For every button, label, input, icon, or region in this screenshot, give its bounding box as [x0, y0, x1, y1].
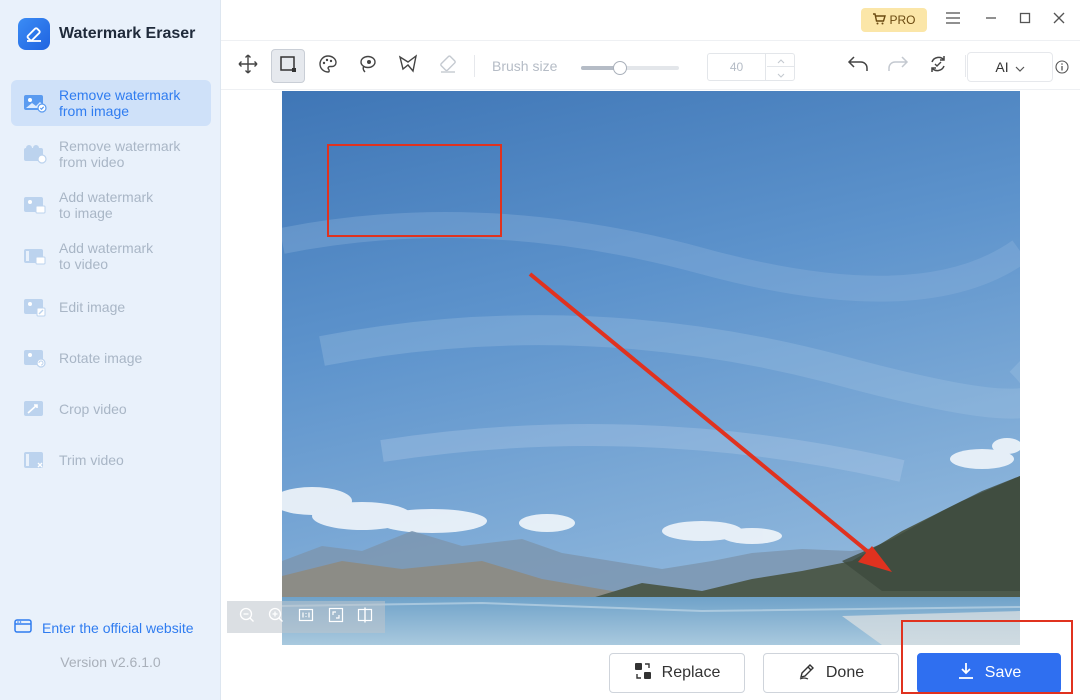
- reset-button[interactable]: [921, 49, 955, 83]
- maximize-button[interactable]: [1013, 8, 1037, 32]
- image-canvas[interactable]: [221, 91, 1080, 646]
- brush-size-stepper[interactable]: 40: [707, 53, 795, 81]
- sidebar-item-trim-video[interactable]: Trim video: [11, 437, 211, 483]
- browser-window-icon: [14, 618, 32, 637]
- toolbar-separator: [474, 55, 475, 77]
- lasso-icon: [358, 54, 378, 79]
- redo-button[interactable]: [881, 49, 915, 83]
- sidebar-item-label: Add watermark to image: [59, 189, 154, 221]
- brush-size-label: Brush size: [492, 58, 558, 74]
- palette-tool-button[interactable]: [311, 49, 345, 83]
- pro-label: PRO: [889, 13, 916, 27]
- sidebar-item-label: Remove watermark from image: [59, 87, 181, 119]
- brush-size-decrease-button[interactable]: [767, 67, 794, 80]
- video-add-watermark-icon: [22, 245, 48, 267]
- brush-size-slider-handle[interactable]: [613, 61, 628, 75]
- save-label: Save: [984, 664, 1022, 681]
- image-add-watermark-icon: [22, 194, 48, 216]
- sidebar-item-label: Remove watermark from video: [59, 138, 181, 170]
- sidebar-item-label: Crop video: [59, 401, 127, 417]
- sidebar-item-crop-video[interactable]: Crop video: [11, 386, 211, 432]
- menu-button[interactable]: [941, 8, 965, 32]
- brush-size-slider[interactable]: [581, 61, 679, 75]
- rectangle-select-icon: [279, 55, 297, 78]
- official-website-label: Enter the official website: [42, 619, 194, 636]
- landscape-photo[interactable]: [282, 91, 1020, 645]
- hamburger-menu-icon: [946, 11, 960, 29]
- edit-image-icon: [22, 296, 48, 318]
- app-title: Watermark Eraser: [59, 25, 196, 42]
- maximize-icon: [1019, 11, 1031, 29]
- close-button[interactable]: [1047, 8, 1071, 32]
- compare-button[interactable]: [355, 607, 375, 627]
- minimize-button[interactable]: [979, 8, 1003, 32]
- eraser-tool-button[interactable]: [431, 49, 465, 83]
- cart-icon: [872, 12, 887, 28]
- move-tool-button[interactable]: [231, 49, 265, 83]
- download-icon: [957, 662, 975, 685]
- sidebar: Watermark Eraser Remove watermark from i…: [0, 0, 221, 700]
- close-icon: [1053, 11, 1065, 29]
- save-button[interactable]: Save: [917, 653, 1061, 693]
- zoom-controls: [227, 601, 385, 633]
- polygon-lasso-tool-button[interactable]: [391, 49, 425, 83]
- sidebar-nav: Remove watermark from image Remove water…: [11, 80, 211, 488]
- editor-toolbar: Brush size 40 AI: [221, 40, 1080, 90]
- chevron-down-icon: [1015, 59, 1025, 75]
- palette-icon: [318, 54, 338, 79]
- done-label: Done: [825, 664, 865, 681]
- replace-icon: [634, 662, 652, 685]
- zoom-out-button[interactable]: [237, 607, 257, 627]
- undo-icon: [847, 55, 869, 78]
- actual-size-icon: [298, 607, 314, 628]
- sidebar-item-edit-image[interactable]: Edit image: [11, 284, 211, 330]
- version-label: Version v2.6.1.0: [60, 654, 161, 670]
- lasso-tool-button[interactable]: [351, 49, 385, 83]
- info-icon[interactable]: [1055, 60, 1069, 74]
- title-bar: PRO: [221, 0, 1080, 40]
- zoom-out-icon: [239, 607, 255, 628]
- crop-video-icon: [22, 398, 48, 420]
- zoom-in-button[interactable]: [267, 607, 287, 627]
- done-button[interactable]: Done: [763, 653, 899, 693]
- pen-icon: [798, 662, 816, 685]
- sidebar-item-label: Rotate image: [59, 350, 143, 366]
- sidebar-item-remove-image-watermark[interactable]: Remove watermark from image: [11, 80, 211, 126]
- trim-video-icon: [22, 449, 48, 471]
- video-erase-icon: [22, 143, 48, 165]
- redo-icon: [887, 55, 909, 78]
- zoom-in-icon: [268, 607, 284, 628]
- compare-split-icon: [357, 607, 373, 628]
- polygon-lasso-icon: [398, 53, 418, 79]
- eraser-icon: [438, 54, 458, 79]
- sidebar-item-remove-video-watermark[interactable]: Remove watermark from video: [11, 131, 211, 177]
- fit-to-screen-button[interactable]: [326, 607, 346, 627]
- rotate-image-icon: [22, 347, 48, 369]
- ai-mode-value: AI: [995, 59, 1009, 75]
- sidebar-item-add-video-watermark[interactable]: Add watermark to video: [11, 233, 211, 279]
- replace-button[interactable]: Replace: [609, 653, 745, 693]
- ai-mode-select[interactable]: AI: [967, 52, 1053, 82]
- replace-label: Replace: [661, 664, 721, 681]
- sidebar-item-label: Add watermark to video: [59, 240, 154, 272]
- rectangle-select-tool-button[interactable]: [271, 49, 305, 83]
- actual-size-button[interactable]: [296, 607, 316, 627]
- pro-upgrade-button[interactable]: PRO: [861, 8, 927, 32]
- app-logo-icon: [18, 18, 50, 50]
- sidebar-item-label: Trim video: [59, 452, 124, 468]
- sidebar-item-rotate-image[interactable]: Rotate image: [11, 335, 211, 381]
- image-erase-icon: [22, 92, 48, 114]
- move-icon: [238, 54, 258, 79]
- toolbar-separator: [965, 55, 966, 77]
- minimize-icon: [985, 11, 997, 29]
- sidebar-item-label: Edit image: [59, 299, 126, 315]
- sidebar-item-add-image-watermark[interactable]: Add watermark to image: [11, 182, 211, 228]
- undo-button[interactable]: [841, 49, 875, 83]
- fit-screen-icon: [328, 607, 344, 628]
- official-website-link[interactable]: Enter the official website: [14, 618, 194, 637]
- brush-size-value[interactable]: 40: [708, 54, 766, 80]
- brand: Watermark Eraser: [18, 18, 195, 50]
- refresh-icon: [928, 54, 948, 79]
- chevron-down-icon: [777, 65, 785, 83]
